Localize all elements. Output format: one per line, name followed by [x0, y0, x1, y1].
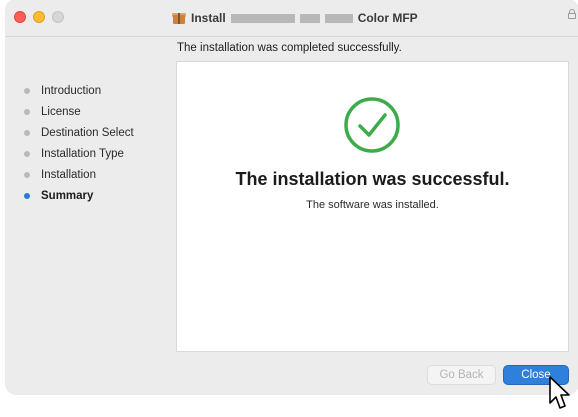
page-heading: The installation was completed successfu…: [177, 42, 402, 54]
redacted-text: [230, 13, 295, 23]
step-summary: Summary: [22, 185, 172, 206]
mouse-pointer-icon: [548, 375, 574, 412]
package-icon: [172, 12, 186, 24]
step-destination-select: Destination Select: [22, 122, 172, 143]
step-introduction: Introduction: [22, 80, 172, 101]
step-label: Introduction: [41, 84, 102, 97]
step-dot-icon: [24, 87, 30, 94]
step-dot-icon: [24, 150, 30, 157]
step-label: Summary: [41, 189, 94, 202]
zoom-window-button[interactable]: [52, 11, 64, 23]
step-dot-icon: [24, 171, 30, 178]
step-label: Destination Select: [41, 126, 134, 139]
close-window-button[interactable]: [14, 11, 26, 23]
step-dot-icon: [24, 108, 30, 115]
step-license: License: [22, 101, 172, 122]
installer-steps: Introduction License Destination Select …: [22, 80, 172, 206]
checkmark-circle-icon: [343, 96, 401, 154]
step-dot-icon: [24, 129, 30, 136]
content-pane: The installation was successful. The sof…: [176, 61, 569, 352]
step-dot-active-icon: [24, 192, 30, 199]
step-installation-type: Installation Type: [22, 143, 172, 164]
step-label: License: [41, 105, 81, 118]
window-title-suffix: Color MFP: [357, 11, 418, 25]
step-installation: Installation: [22, 164, 172, 185]
installer-window: Install Color MFP The installation was c…: [6, 0, 578, 394]
minimize-window-button[interactable]: [33, 11, 45, 23]
success-subtitle: The software was installed.: [306, 199, 439, 211]
step-label: Installation Type: [41, 147, 124, 160]
window-title-prefix: Install: [191, 11, 226, 25]
window-title: Install Color MFP: [172, 9, 418, 27]
go-back-button[interactable]: Go Back: [427, 365, 496, 385]
lock-icon: [568, 9, 576, 19]
step-label: Installation: [41, 168, 96, 181]
redacted-text: [299, 13, 320, 23]
redacted-text: [324, 13, 353, 23]
success-title: The installation was successful.: [235, 169, 510, 189]
title-bar: Install Color MFP: [6, 0, 578, 37]
